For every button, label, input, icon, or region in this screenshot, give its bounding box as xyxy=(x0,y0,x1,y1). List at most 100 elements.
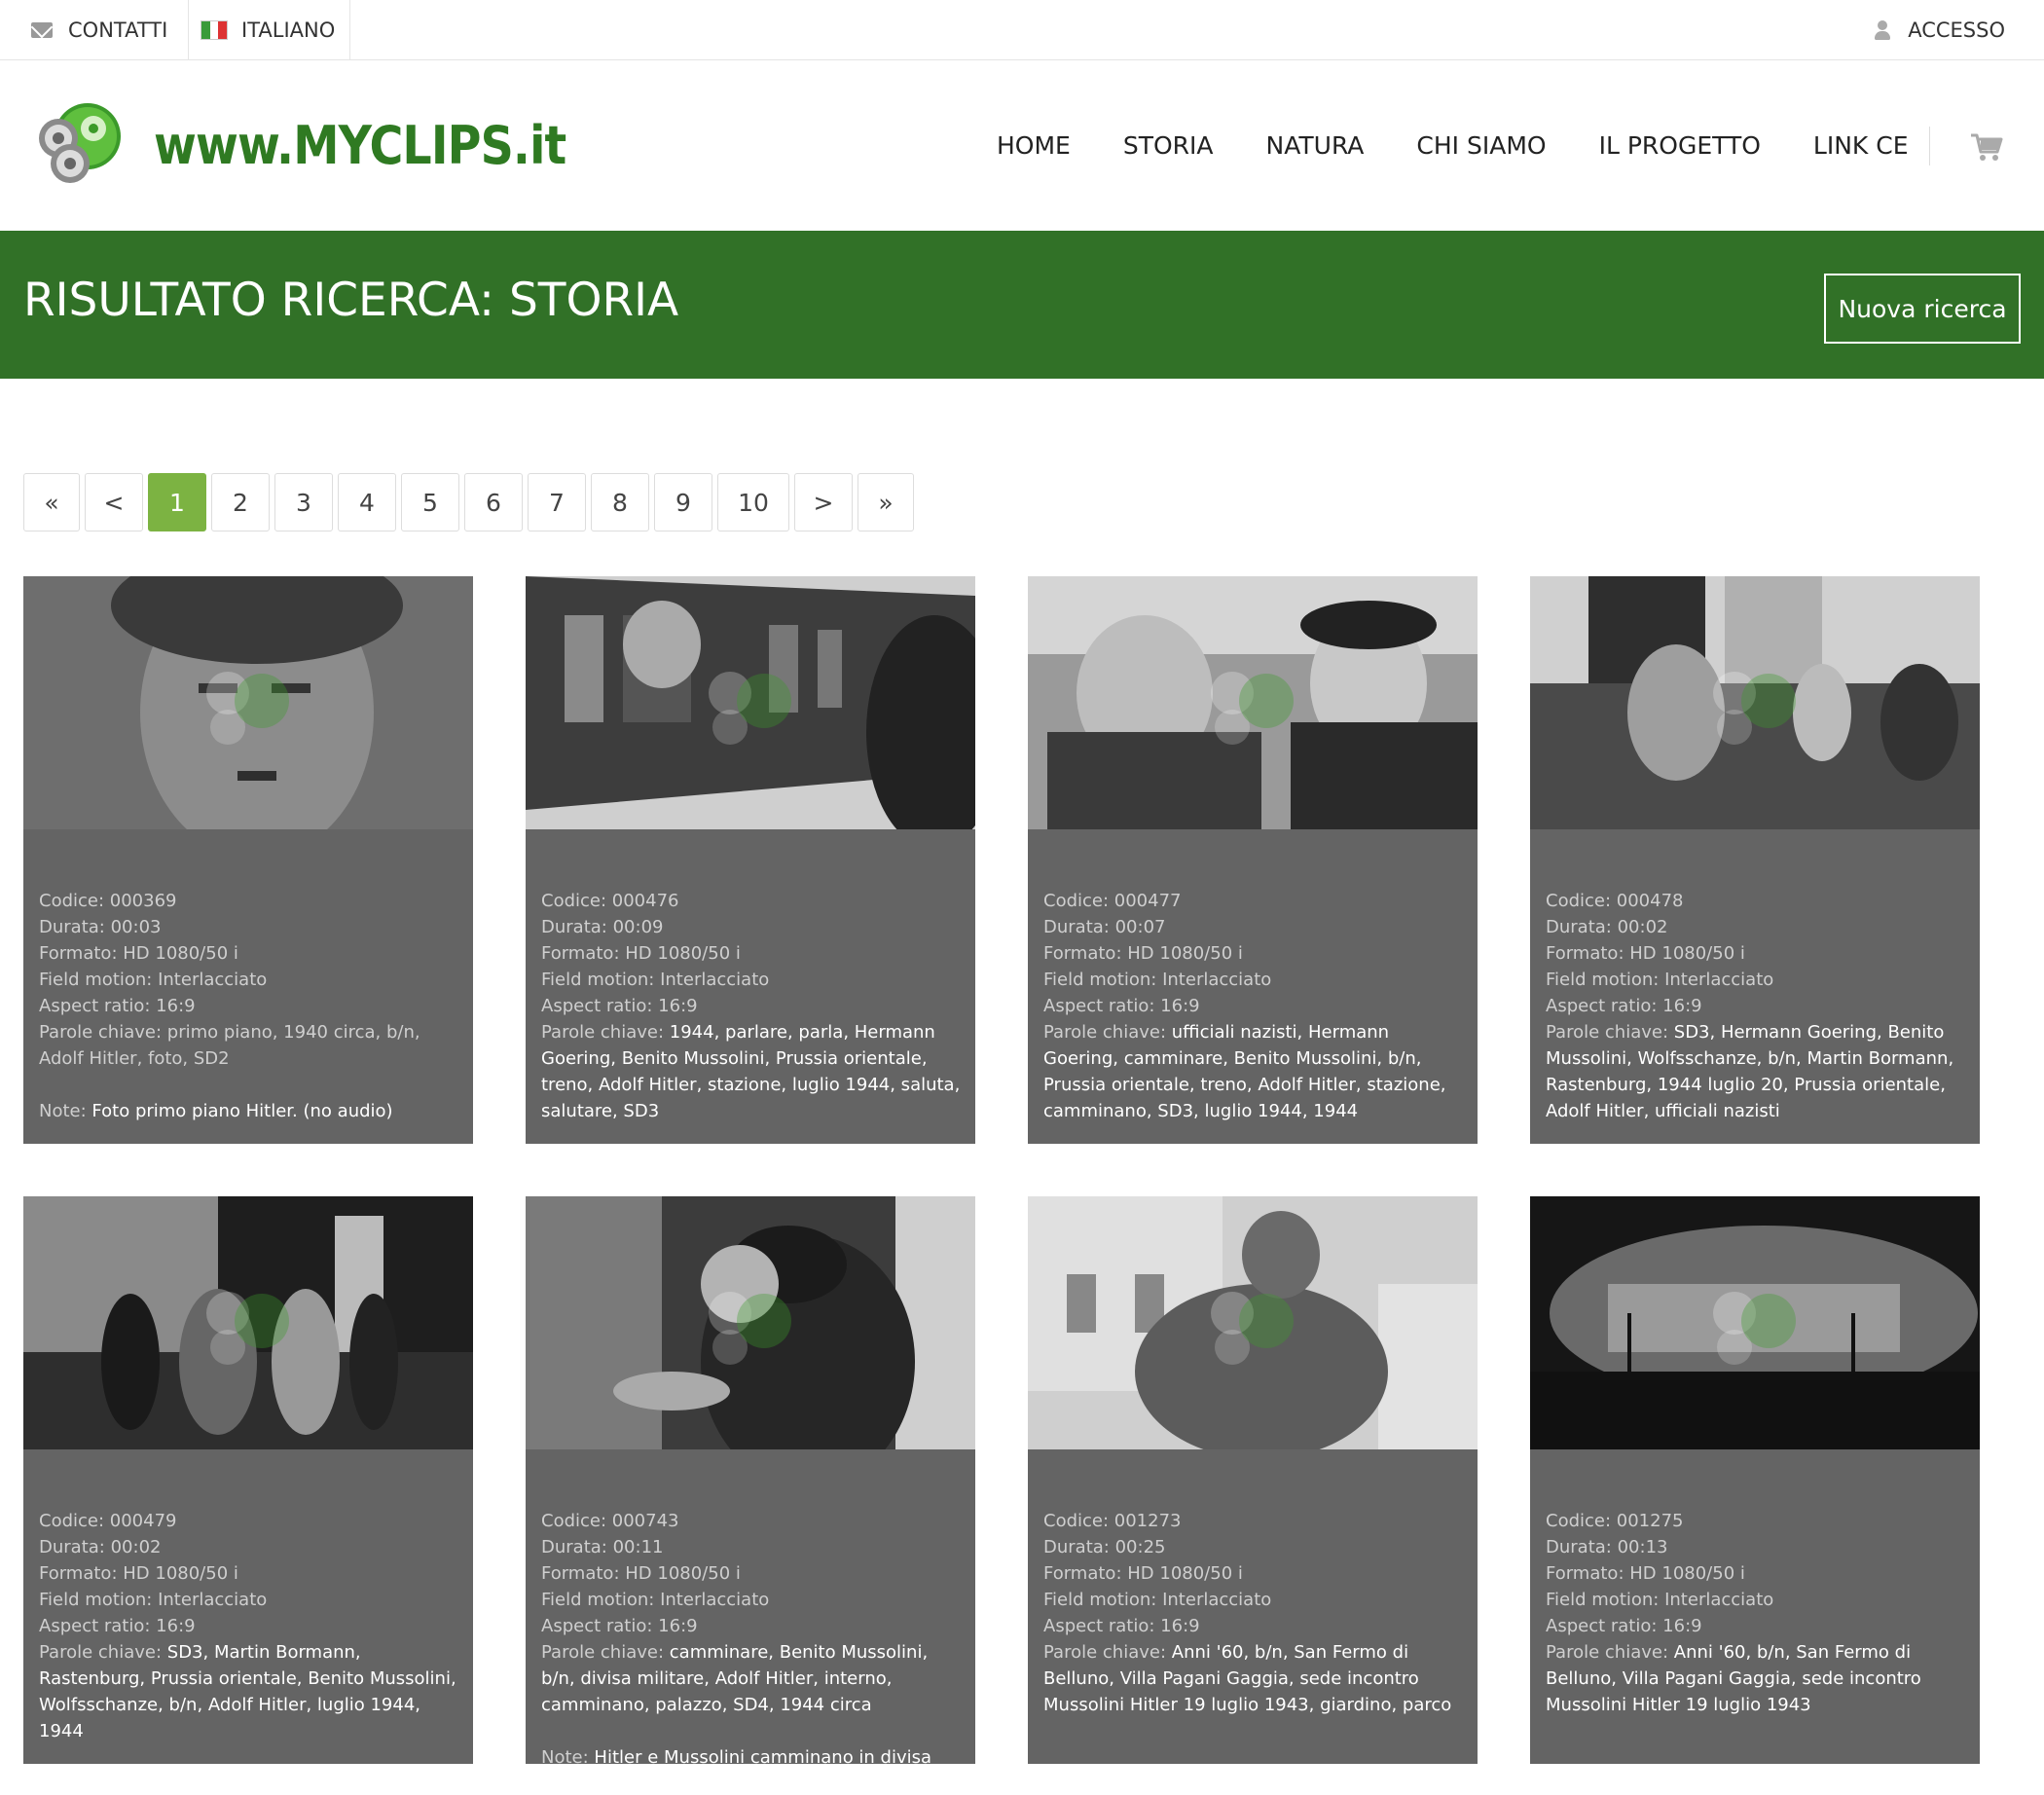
clip-keywords: Parole chiave: camminare, Benito Mussoli… xyxy=(541,1642,929,1715)
clip-field-motion: Field motion: Interlacciato xyxy=(1043,1590,1272,1610)
clip-duration: Durata: 00:13 xyxy=(1546,1537,1668,1557)
clip-card[interactable]: Codice: 000479 Durata: 00:02 Formato: HD 1… xyxy=(23,1196,473,1764)
page-next-button[interactable]: > xyxy=(794,473,853,531)
language-label: ITALIANO xyxy=(241,18,336,42)
clip-code: Codice: 000369 xyxy=(39,891,177,911)
clip-format: Formato: HD 1080/50 i xyxy=(1546,943,1745,964)
clip-format: Formato: HD 1080/50 i xyxy=(541,943,741,964)
nav-link-ce[interactable]: LINK CE xyxy=(1813,131,1909,160)
clip-info: Codice: 000476 Durata: 00:09 Formato: HD 1… xyxy=(541,888,966,1124)
page-9-button[interactable]: 9 xyxy=(654,473,712,531)
clip-card[interactable]: Codice: 000477 Durata: 00:07 Formato: HD 1… xyxy=(1028,576,1478,1144)
pagination: « < 1 2 3 4 5 6 7 8 9 10 > » xyxy=(23,473,919,531)
clip-keywords: Parole chiave: ufficiali nazisti, Herman… xyxy=(1043,1022,1446,1121)
clip-thumbnail[interactable] xyxy=(23,576,473,829)
clip-duration: Durata: 00:11 xyxy=(541,1537,664,1557)
top-bar: CONTATTI ITALIANO ACCESSO xyxy=(0,0,2044,60)
clip-format: Formato: HD 1080/50 i xyxy=(1043,943,1243,964)
page-4-button[interactable]: 4 xyxy=(338,473,396,531)
clip-format: Formato: HD 1080/50 i xyxy=(1043,1563,1243,1584)
clip-info: Codice: 001273 Durata: 00:25 Formato: HD 1… xyxy=(1043,1508,1468,1718)
clip-field-motion: Field motion: Interlacciato xyxy=(39,970,268,990)
nav-natura[interactable]: NATURA xyxy=(1266,131,1365,160)
clip-thumbnail[interactable] xyxy=(1530,576,1980,829)
clip-duration: Durata: 00:25 xyxy=(1043,1537,1166,1557)
clip-code: Codice: 000477 xyxy=(1043,891,1182,911)
clip-thumbnail[interactable] xyxy=(526,1196,975,1449)
nav-chi-siamo[interactable]: CHI SIAMO xyxy=(1416,131,1546,160)
contact-link[interactable]: CONTATTI xyxy=(31,0,189,60)
page-7-button[interactable]: 7 xyxy=(528,473,586,531)
login-link[interactable]: ACCESSO xyxy=(1875,0,2005,60)
clip-thumbnail[interactable] xyxy=(1028,1196,1478,1449)
clip-aspect-ratio: Aspect ratio: 16:9 xyxy=(541,996,698,1016)
clip-card[interactable]: Codice: 000478 Durata: 00:02 Formato: HD 1… xyxy=(1530,576,1980,1144)
clip-thumbnail[interactable] xyxy=(23,1196,473,1449)
clip-duration: Durata: 00:02 xyxy=(1546,917,1668,937)
clip-card[interactable]: Codice: 000369 Durata: 00:03 Formato: HD 1… xyxy=(23,576,473,1144)
clip-aspect-ratio: Aspect ratio: 16:9 xyxy=(1546,996,1702,1016)
clip-code: Codice: 000743 xyxy=(541,1511,679,1531)
clip-field-motion: Field motion: Interlacciato xyxy=(1043,970,1272,990)
clip-code: Codice: 001275 xyxy=(1546,1511,1684,1531)
clip-card[interactable]: Codice: 001275 Durata: 00:13 Formato: HD 1… xyxy=(1530,1196,1980,1764)
language-selector[interactable]: ITALIANO xyxy=(189,0,350,60)
cart-icon[interactable] xyxy=(1970,132,2003,162)
clip-code: Codice: 000476 xyxy=(541,891,679,911)
clip-note: Note: Foto primo piano Hitler. (no audio… xyxy=(39,1101,393,1121)
clip-keywords: Parole chiave: Anni '60, b/n, San Fermo … xyxy=(1546,1642,1921,1715)
page-10-button[interactable]: 10 xyxy=(717,473,789,531)
clip-code: Codice: 001273 xyxy=(1043,1511,1182,1531)
clip-info: Codice: 000479 Durata: 00:02 Formato: HD 1… xyxy=(39,1508,463,1764)
clip-card[interactable]: Codice: 000476 Durata: 00:09 Formato: HD 1… xyxy=(526,576,975,1144)
page-first-button[interactable]: « xyxy=(23,473,80,531)
login-label: ACCESSO xyxy=(1908,18,2005,42)
main-nav: HOME STORIA NATURA CHI SIAMO IL PROGETTO… xyxy=(973,60,1961,231)
page-3-button[interactable]: 3 xyxy=(274,473,333,531)
clip-format: Formato: HD 1080/50 i xyxy=(39,943,238,964)
clip-thumbnail[interactable] xyxy=(526,576,975,829)
clip-thumbnail[interactable] xyxy=(1028,576,1478,829)
clip-aspect-ratio: Aspect ratio: 16:9 xyxy=(1546,1616,1702,1636)
clip-aspect-ratio: Aspect ratio: 16:9 xyxy=(1043,1616,1200,1636)
clip-aspect-ratio: Aspect ratio: 16:9 xyxy=(39,996,196,1016)
page-1-button[interactable]: 1 xyxy=(148,473,206,531)
new-search-button[interactable]: Nuova ricerca xyxy=(1824,274,2021,344)
clip-card[interactable]: Codice: 001273 Durata: 00:25 Formato: HD 1… xyxy=(1028,1196,1478,1764)
clip-format: Formato: HD 1080/50 i xyxy=(541,1563,741,1584)
nav-home[interactable]: HOME xyxy=(997,131,1071,160)
nav-divider xyxy=(1929,127,1930,165)
clip-duration: Durata: 00:07 xyxy=(1043,917,1166,937)
film-reel-logo-icon xyxy=(31,99,128,192)
clip-field-motion: Field motion: Interlacciato xyxy=(39,1590,268,1610)
clip-aspect-ratio: Aspect ratio: 16:9 xyxy=(1043,996,1200,1016)
clip-keywords: Parole chiave: Anni '60, b/n, San Fermo … xyxy=(1043,1642,1452,1715)
results-banner: RISULTATO RICERCA: STORIA Nuova ricerca xyxy=(0,231,2044,379)
clip-field-motion: Field motion: Interlacciato xyxy=(541,1590,770,1610)
clip-keywords: Parole chiave: SD3, Hermann Goering, Ben… xyxy=(1546,1022,1954,1121)
clip-keywords: Parole chiave: 1944, parlare, parla, Her… xyxy=(541,1022,961,1121)
clip-thumbnail[interactable] xyxy=(1530,1196,1980,1449)
page-8-button[interactable]: 8 xyxy=(591,473,649,531)
nav-storia[interactable]: STORIA xyxy=(1123,131,1214,160)
clip-field-motion: Field motion: Interlacciato xyxy=(1546,970,1774,990)
site-logo[interactable]: www.MYCLIPS.it xyxy=(31,99,622,192)
page-title: RISULTATO RICERCA: STORIA xyxy=(23,274,679,327)
logo-text: www.MYCLIPS.it xyxy=(154,115,566,176)
page-prev-button[interactable]: < xyxy=(85,473,143,531)
clip-code: Codice: 000479 xyxy=(39,1511,177,1531)
clip-card[interactable]: Codice: 000743 Durata: 00:11 Formato: HD 1… xyxy=(526,1196,975,1764)
page-last-button[interactable]: » xyxy=(858,473,914,531)
clip-format: Formato: HD 1080/50 i xyxy=(1546,1563,1745,1584)
clip-aspect-ratio: Aspect ratio: 16:9 xyxy=(541,1616,698,1636)
clip-duration: Durata: 00:03 xyxy=(39,917,162,937)
clip-field-motion: Field motion: Interlacciato xyxy=(541,970,770,990)
clip-code: Codice: 000478 xyxy=(1546,891,1684,911)
mail-icon xyxy=(31,22,53,38)
nav-il-progetto[interactable]: IL PROGETTO xyxy=(1599,131,1761,160)
page-6-button[interactable]: 6 xyxy=(464,473,523,531)
clip-duration: Durata: 00:09 xyxy=(541,917,664,937)
page-5-button[interactable]: 5 xyxy=(401,473,459,531)
clip-keywords: Parole chiave: SD3, Martin Bormann, Rast… xyxy=(39,1642,456,1741)
page-2-button[interactable]: 2 xyxy=(211,473,270,531)
